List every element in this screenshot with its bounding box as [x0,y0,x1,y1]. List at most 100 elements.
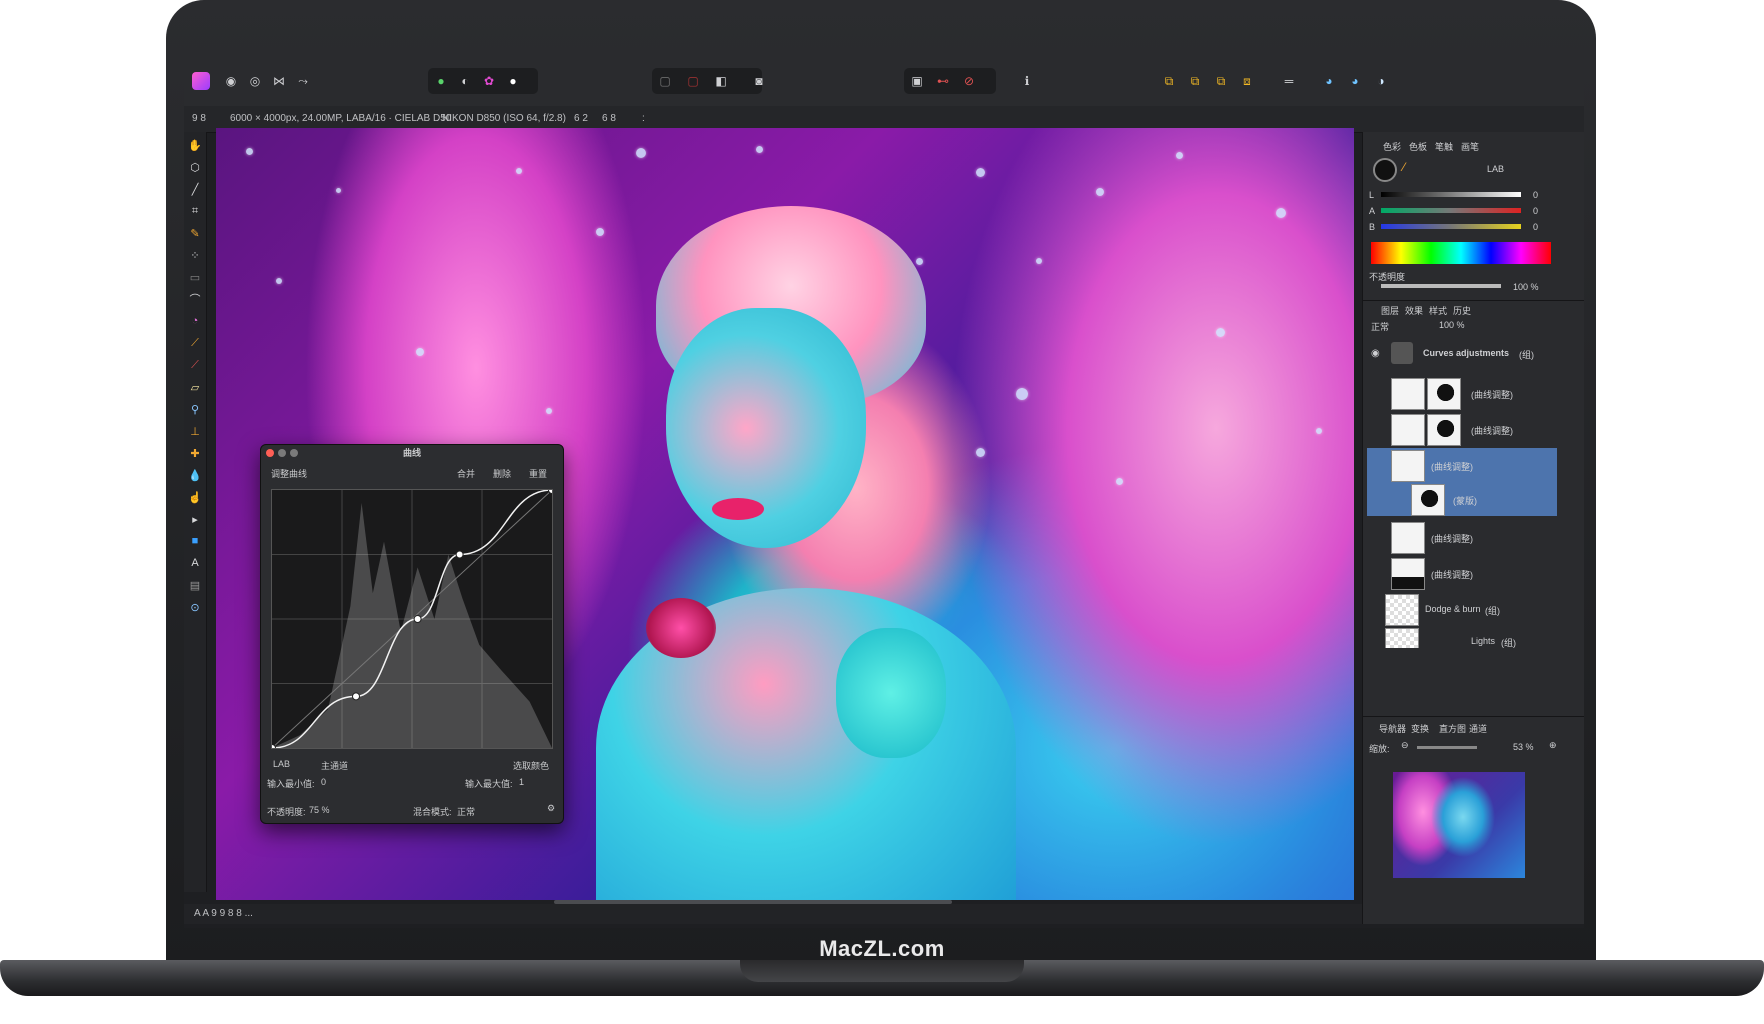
color-tab[interactable]: 色彩 [1383,140,1401,153]
layer-row[interactable]: (曲线调整) [1367,520,1557,554]
auto-colors-icon[interactable]: ✿ [480,72,498,90]
arrange-forward-icon[interactable]: ⧉ [1186,72,1204,90]
layer-row[interactable]: (曲线调整) [1367,556,1557,590]
zoom-slider[interactable] [1417,746,1477,749]
picker-button[interactable]: 选取颜色 [513,759,549,772]
snapping-icon[interactable]: ◕ [1346,72,1364,90]
color-spectrum[interactable] [1371,242,1551,264]
arrange-back-icon[interactable]: ⧉ [1160,72,1178,90]
context-item-b[interactable]: 6 8 [602,113,616,124]
slider-b-value[interactable]: 0 [1533,222,1538,232]
stroke-tab[interactable]: 笔触 [1435,140,1453,153]
mesh-tool-icon[interactable]: ▤ [188,578,202,592]
invert-selection-icon[interactable]: ◧ [712,72,730,90]
paint-brush-icon[interactable]: ⟋ [188,336,202,350]
swatches-tab[interactable]: 色板 [1409,140,1427,153]
context-more[interactable]: : [642,113,645,124]
curve-control-point[interactable] [455,550,464,559]
layer-row[interactable]: Lights (组) [1367,626,1557,648]
layer-group-row[interactable]: ◉ Curves adjustments (组) [1367,338,1557,372]
flood-select-icon[interactable]: ⁘ [188,248,202,262]
channels-tab[interactable]: 通道 [1469,722,1487,735]
curves-graph[interactable] [268,486,556,752]
smudge-tool-icon[interactable]: ☝ [188,490,202,504]
picker-icon[interactable]: ⁄ [1403,160,1405,174]
styles-tab[interactable]: 样式 [1429,304,1447,317]
merge-button[interactable]: 合并 [457,467,475,480]
slider-l[interactable] [1381,192,1521,197]
crop-tool-icon[interactable]: ⌗ [188,204,202,218]
color-opacity-value[interactable]: 100 % [1513,282,1539,292]
persona-photo-icon[interactable]: ◉ [222,72,240,90]
slider-b[interactable] [1381,224,1521,229]
min-value-input[interactable]: 0 [321,777,326,787]
mask-row-selected[interactable]: (蒙版) [1367,482,1557,516]
clone-tool-icon[interactable]: ⊥ [188,424,202,438]
auto-white-balance-icon[interactable]: ● [504,72,522,90]
auto-contrast-icon[interactable]: ◐ [456,72,474,90]
slider-a[interactable] [1381,208,1521,213]
persona-develop-icon[interactable]: ⋈ [270,72,288,90]
mode-overlay-icon[interactable]: ⊷ [934,72,952,90]
arrange-front-icon[interactable]: ⧉ [1212,72,1230,90]
persona-liquify-icon[interactable]: ◎ [246,72,264,90]
align-icon[interactable]: ═ [1280,72,1298,90]
color-replace-icon[interactable]: ⟋ [188,358,202,372]
primary-color-swatch[interactable] [1373,158,1397,182]
slider-a-value[interactable]: 0 [1533,206,1538,216]
opacity-value[interactable]: 75 % [309,805,330,815]
app-logo-icon[interactable] [192,72,210,90]
layer-opacity[interactable]: 100 % [1439,320,1465,330]
zoom-value[interactable]: 53 % [1513,742,1534,752]
move-tool-icon[interactable]: ⬡ [188,160,202,174]
deselect-icon[interactable]: ▢ [684,72,702,90]
context-item-a[interactable]: 6 2 [574,113,588,124]
curve-control-point[interactable] [352,692,360,701]
view-tool-icon[interactable]: ✋ [188,138,202,152]
pen-tool-icon[interactable]: ▸ [188,512,202,526]
delete-button[interactable]: 删除 [493,467,511,480]
curves-chart[interactable] [268,486,556,752]
histogram-tab[interactable]: 直方图 [1439,722,1466,735]
view-mode-icon[interactable]: ◑ [1372,72,1390,90]
zoom-tool-icon[interactable]: ⊙ [188,600,202,614]
mode-painting-icon[interactable]: ⊘ [960,72,978,90]
text-tool-icon[interactable]: A [188,556,202,570]
layer-row[interactable]: (曲线调整) [1367,376,1557,410]
erase-tool-icon[interactable]: ▱ [188,380,202,394]
layer-row[interactable]: (曲线调整) [1367,412,1557,446]
persona-export-icon[interactable]: ⤳ [294,72,312,90]
settings-gear-icon[interactable]: ⚙ [547,803,555,814]
dodge-tool-icon[interactable]: ⚲ [188,402,202,416]
max-value-input[interactable]: 1 [519,777,524,787]
healing-tool-icon[interactable]: ✚ [188,446,202,460]
effects-tab[interactable]: 效果 [1405,304,1423,317]
slider-l-value[interactable]: 0 [1533,190,1538,200]
arrange-icon[interactable]: ⧈ [1238,72,1256,90]
transform-tab[interactable]: 变换 [1411,722,1429,735]
mode-normal-icon[interactable]: ▣ [908,72,926,90]
navigator-tab[interactable]: 导航器 [1379,722,1406,735]
color-picker-icon[interactable]: ◔ [188,314,202,328]
zoom-out-icon[interactable]: ⊖ [1401,740,1409,751]
freehand-select-icon[interactable]: ⌒ [188,292,202,306]
assistant-icon[interactable]: ◕ [1320,72,1338,90]
layer-row[interactable]: Dodge & burn (组) [1367,592,1557,626]
history-tab[interactable]: 历史 [1453,304,1471,317]
color-opacity-slider[interactable] [1381,284,1501,288]
reset-button[interactable]: 重置 [529,467,547,480]
select-all-icon[interactable]: ▢ [656,72,674,90]
channel-sub-select[interactable]: 主通道 [321,759,348,772]
marquee-tool-icon[interactable]: ▭ [188,270,202,284]
zoom-in-icon[interactable]: ⊕ [1549,740,1557,751]
navigator-preview[interactable] [1393,772,1525,878]
info-icon[interactable]: ℹ [1018,72,1036,90]
shape-tool-icon[interactable]: ■ [188,534,202,548]
selection-brush-icon[interactable]: ✎ [188,226,202,240]
color-mode-select[interactable]: LAB [1487,164,1504,174]
curve-control-point[interactable] [413,615,422,623]
visibility-icon[interactable]: ◉ [1371,348,1380,359]
layer-row-selected[interactable]: (曲线调整) [1367,448,1557,482]
dialog-menu[interactable]: 调整曲线 [271,467,307,480]
blend-mode-select[interactable]: 正常 [457,805,475,818]
